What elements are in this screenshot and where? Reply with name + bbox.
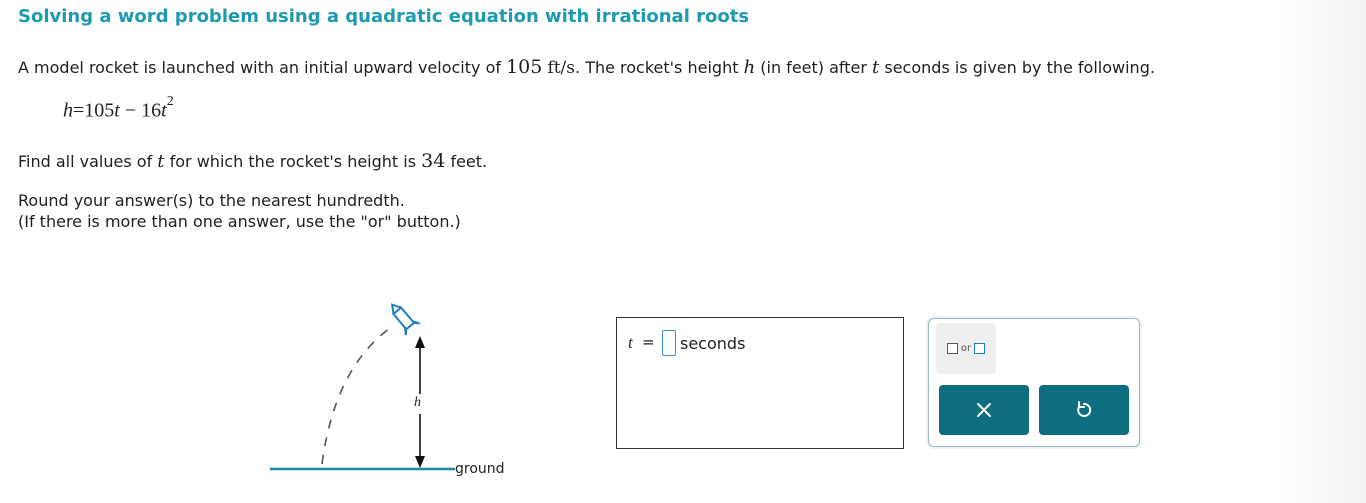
velocity-value: 105 [506,56,543,78]
arrow-up-icon [415,336,425,348]
problem-title: Solving a word problem using a quadratic… [18,6,750,27]
eq-var1: t [114,99,120,122]
rocket-icon [390,303,420,336]
right-box-icon [974,343,986,354]
undo-icon [1077,401,1092,417]
instruction-round: Round your answer(s) to the nearest hund… [18,191,405,210]
eq-coef1: 105 [84,99,115,122]
answer-equals: = [642,333,655,351]
height-equation: h=105t − 16t2 [63,94,174,123]
question-text-3: feet. [450,152,488,171]
diagram-h-label: h [414,395,421,410]
velocity-unit: ft/s [547,58,576,78]
diagram-ground-label: ground [455,461,505,477]
answer-unit: seconds [680,334,746,353]
page-edge-shade [1276,0,1366,503]
t-variable: t [872,57,880,78]
eq-coef2: 16 [141,99,162,122]
close-icon [977,403,991,417]
intro-text: A model rocket is launched with an initi… [18,58,501,77]
answer-toolbox: or [928,318,1140,447]
height-value: 34 [421,150,446,172]
eq-lhs: h [63,99,73,122]
eq-equals: = [73,99,85,122]
or-label: or [960,343,972,354]
question-text: Find all values of [18,152,153,171]
clear-button[interactable] [939,385,1029,435]
intro-text-2: . The rocket's height [575,58,739,77]
arrow-down-icon [415,456,425,468]
answer-variable: t [628,333,633,352]
instruction-or: (If there is more than one answer, use t… [18,212,461,231]
left-box-icon [946,343,958,354]
problem-intro: A model rocket is launched with an initi… [18,56,1155,78]
problem-question: Find all values of t for which the rocke… [18,150,487,172]
or-button[interactable]: or [936,323,996,374]
h-variable: h [743,57,756,78]
answer-area: t = seconds [616,317,904,449]
intro-text-4: seconds is given by the following. [884,58,1155,77]
rocket-diagram-svg [270,303,455,471]
undo-button[interactable] [1039,385,1129,435]
question-t-variable: t [157,151,165,172]
question-text-2: for which the rocket's height is [169,152,417,171]
eq-var2: t [161,99,167,122]
eq-exponent: 2 [166,94,174,109]
answer-input[interactable] [662,330,676,356]
intro-text-3: (in feet) after [760,58,867,77]
trajectory-path [321,325,394,465]
eq-minus: − [124,99,137,122]
rocket-diagram: h ground [265,296,525,490]
